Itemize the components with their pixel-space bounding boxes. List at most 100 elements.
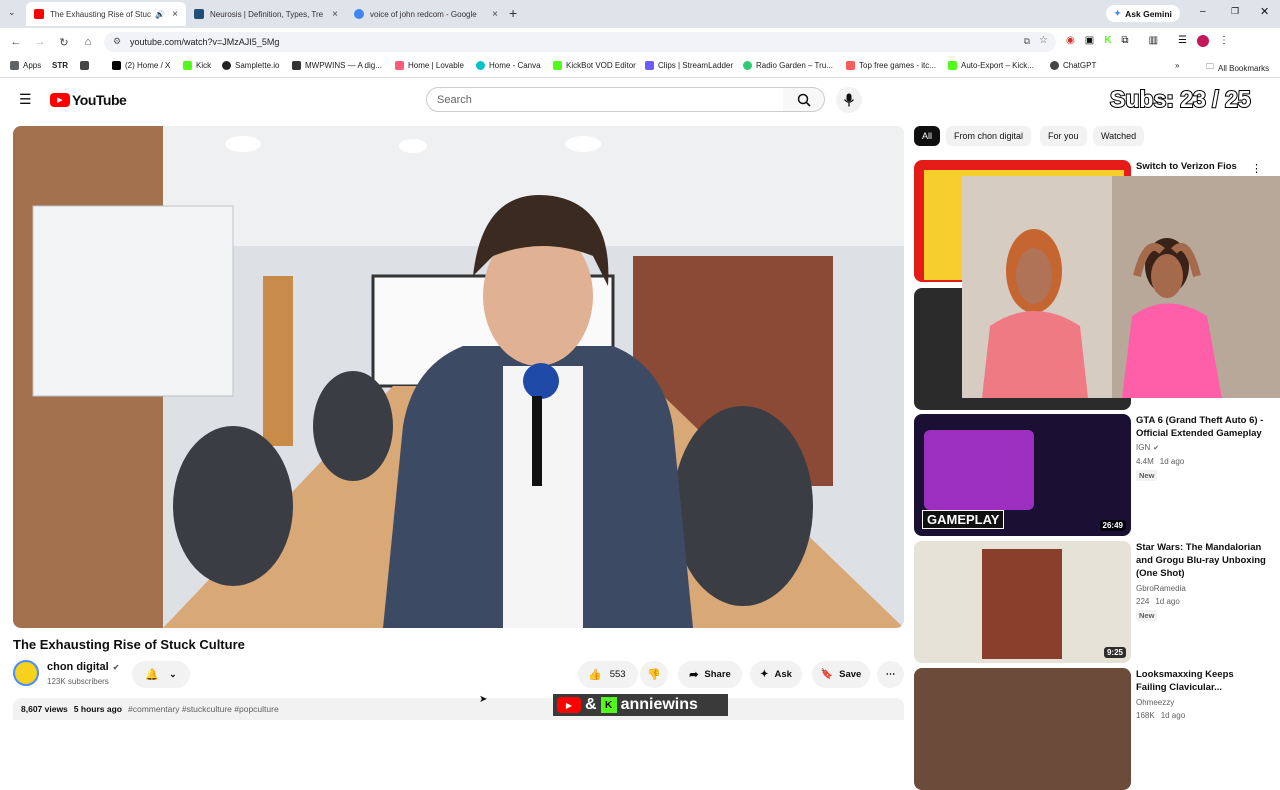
recommended-thumbnail[interactable]: 9:25 xyxy=(914,541,1131,663)
bookmark-star-icon[interactable]: ☆ xyxy=(1039,35,1048,46)
tab-search-menu-icon[interactable]: ☰ xyxy=(1178,35,1187,47)
itch-icon xyxy=(846,61,855,70)
ask-gemini-button[interactable]: ✦ Ask Gemini xyxy=(1106,5,1180,22)
install-icon[interactable]: ⧉ xyxy=(1024,36,1030,47)
chevron-down-icon: ⌄ xyxy=(169,669,177,679)
mwpwins-bookmark[interactable]: MWPWINS — A dig... xyxy=(292,61,382,70)
thumbs-down-icon: 👎 xyxy=(647,669,661,681)
profile-avatar[interactable] xyxy=(1196,35,1209,47)
video-options-icon[interactable]: ⋮ xyxy=(1251,162,1262,175)
folder-icon: 🗀 xyxy=(1206,62,1214,71)
gta-logo-image xyxy=(924,430,1034,510)
tab-search-icon[interactable]: ⌄ xyxy=(8,7,16,18)
chip-from-channel[interactable]: From chon digital xyxy=(946,126,1032,146)
reload-button[interactable]: ↻ xyxy=(52,36,76,49)
webcam-overlay xyxy=(962,176,1280,398)
search-button[interactable] xyxy=(783,87,825,112)
grid-bookmark[interactable] xyxy=(80,61,93,70)
tab-google[interactable]: voice of john redcom - Google × xyxy=(346,2,506,26)
youtube-favicon-icon xyxy=(34,9,44,19)
menu-kebab-icon[interactable]: ⋮ xyxy=(1219,35,1229,47)
search-input[interactable]: Search xyxy=(426,87,784,112)
streamladder-bookmark[interactable]: Clips | StreamLadder xyxy=(645,61,733,70)
chip-for-you[interactable]: For you xyxy=(1040,126,1087,146)
apps-grid-icon xyxy=(10,61,19,70)
back-button[interactable]: ← xyxy=(4,36,28,48)
channel-name[interactable]: chon digital ✔ xyxy=(47,661,119,673)
dislike-button[interactable]: 👎 xyxy=(640,661,668,688)
chip-watched[interactable]: Watched xyxy=(1093,126,1145,146)
recommended-channel[interactable]: GbroRamedia xyxy=(1136,584,1186,593)
kick-small-logo-icon: K xyxy=(600,697,617,713)
like-button[interactable]: 👍 553 xyxy=(578,661,638,688)
canva-bookmark[interactable]: Home - Canva xyxy=(476,61,541,70)
recommended-title[interactable]: GTA 6 (Grand Theft Auto 6) - Official Ex… xyxy=(1136,414,1266,440)
recommended-thumbnail[interactable]: GAMEPLAY 26:49 xyxy=(914,414,1131,536)
record-extension-icon[interactable]: ◉ xyxy=(1066,35,1075,47)
home-button[interactable]: ⌂ xyxy=(76,36,100,48)
samplette-bookmark[interactable]: Samplette.io xyxy=(222,61,279,70)
puzzle-extensions-icon[interactable]: ⧉ xyxy=(1121,35,1128,47)
forward-button[interactable]: → xyxy=(28,36,52,48)
extensions-area: ◉ ▣ K ⧉ ▥ ☰ ⋮ xyxy=(1066,35,1229,47)
apps-bookmark[interactable]: Apps xyxy=(10,61,41,70)
site-info-icon[interactable]: ⚙ xyxy=(113,36,121,47)
maximize-button[interactable]: ❐ xyxy=(1231,6,1239,17)
tab-neurosis[interactable]: Neurosis | Definition, Types, Tre × xyxy=(186,2,346,26)
close-tab-icon[interactable]: × xyxy=(332,9,338,20)
address-bar[interactable]: ⚙ youtube.com/watch?v=JMzAJI5_5Mg ⧉ ☆ xyxy=(104,32,1056,52)
video-frame-image xyxy=(13,126,904,628)
youtube-logo[interactable]: ▶ YouTube xyxy=(50,92,127,108)
x-logo-icon xyxy=(112,61,121,70)
sparkle-icon: ✦ xyxy=(760,669,769,680)
video-player[interactable] xyxy=(13,126,904,628)
chatgpt-bookmark[interactable]: ChatGPT xyxy=(1050,61,1096,70)
tab-strip: ⌄ The Exhausting Rise of Stuc 🔊 × Neuros… xyxy=(0,0,1280,28)
x-bookmark[interactable]: (2) Home / X xyxy=(112,61,170,70)
radio-garden-bookmark[interactable]: Radio Garden – Tru... xyxy=(743,61,833,70)
streamladder-icon xyxy=(645,61,654,70)
notification-bell-button[interactable]: 🔔 ⌄ xyxy=(132,661,190,688)
lovable-bookmark[interactable]: Home | Lovable xyxy=(395,61,464,70)
kick-bookmark[interactable]: Kick xyxy=(183,61,211,70)
close-window-button[interactable]: ✕ xyxy=(1260,5,1269,18)
str-bookmark[interactable]: STR xyxy=(52,61,68,70)
recommended-channel[interactable]: Ohmeezzy xyxy=(1136,698,1174,707)
itch-bookmark[interactable]: Top free games - itc... xyxy=(846,61,936,70)
subscriber-count: 123K subscribers xyxy=(47,677,109,686)
save-button[interactable]: 🔖 Save xyxy=(812,661,870,688)
description-box[interactable]: 8,607 views 5 hours ago #commentary #stu… xyxy=(13,698,904,720)
channel-avatar[interactable] xyxy=(13,660,39,686)
search-icon xyxy=(797,93,811,107)
close-tab-icon[interactable]: × xyxy=(172,9,178,20)
recommended-stats: 4.4M 1d ago xyxy=(1136,457,1185,466)
ask-button[interactable]: ✦ Ask xyxy=(750,661,802,688)
kick-extension-icon[interactable]: K xyxy=(1104,35,1111,47)
more-bookmarks-chevron-icon[interactable]: » xyxy=(1175,61,1179,70)
side-panel-icon[interactable]: ▥ xyxy=(1149,35,1158,47)
recommended-thumbnail[interactable] xyxy=(914,668,1131,790)
tab-youtube[interactable]: The Exhausting Rise of Stuc 🔊 × xyxy=(26,2,186,26)
microphone-icon xyxy=(843,93,855,107)
recommended-title[interactable]: Star Wars: The Mandalorian and Grogu Blu… xyxy=(1136,541,1266,580)
kickbot-bookmark[interactable]: KickBot VOD Editor xyxy=(553,61,636,70)
share-button[interactable]: ➦ Share xyxy=(678,661,742,688)
recommended-title[interactable]: Looksmaxxing Keeps Failing Clavicular... xyxy=(1136,668,1266,694)
recommended-channel[interactable]: IGN ✔ xyxy=(1136,443,1159,452)
mwpwins-icon xyxy=(292,61,301,70)
recommended-stats: 224 1d ago xyxy=(1136,597,1180,606)
more-actions-button[interactable]: ⋯ xyxy=(877,661,904,688)
verified-check-icon: ✔ xyxy=(112,662,120,672)
recommended-title[interactable]: Switch to Verizon Fios xyxy=(1136,160,1266,173)
lovable-heart-icon xyxy=(395,61,404,70)
chip-all[interactable]: All xyxy=(914,126,941,146)
close-tab-icon[interactable]: × xyxy=(492,9,498,20)
auto-export-bookmark[interactable]: Auto-Export – Kick... xyxy=(948,61,1034,70)
all-bookmarks[interactable]: 🗀 All Bookmarks xyxy=(1206,61,1269,75)
extension-icon[interactable]: ▣ xyxy=(1085,35,1094,47)
new-tab-button[interactable]: + xyxy=(509,5,517,21)
hamburger-menu-icon[interactable]: ☰ xyxy=(19,91,32,108)
voice-search-button[interactable] xyxy=(836,87,862,113)
stream-handle-overlay: ▶ & K anniewins xyxy=(553,694,728,716)
minimize-button[interactable]: – xyxy=(1200,6,1206,17)
